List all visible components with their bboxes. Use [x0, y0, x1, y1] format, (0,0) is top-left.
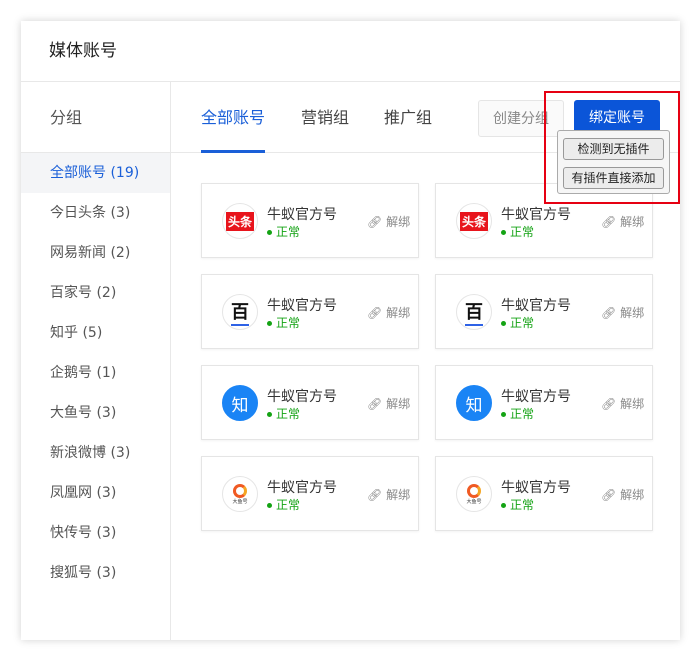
platform-avatar: 大鱼号 — [456, 476, 492, 512]
account-card: 大鱼号 牛蚁官方号 正常 🔗︎ 解绑 — [435, 456, 653, 531]
link-icon: 🔗︎ — [601, 488, 617, 502]
sidebar-item[interactable]: 百家号 (2) — [21, 273, 170, 313]
platform-avatar: 知 — [222, 385, 258, 421]
platform-avatar: 头条 — [222, 203, 258, 239]
link-icon: 🔗︎ — [601, 306, 617, 320]
no-plugin-detected-option[interactable]: 检测到无插件 — [563, 138, 664, 160]
status-badge: 正常 — [501, 405, 534, 422]
zhihu-logo: 知 — [231, 395, 249, 416]
account-name: 牛蚁官方号 — [267, 480, 337, 496]
link-icon: 🔗︎ — [367, 488, 383, 502]
unbind-link[interactable]: 🔗︎ 解绑 — [367, 213, 410, 230]
unbind-link[interactable]: 🔗︎ 解绑 — [601, 395, 644, 412]
baijia-logo: 百 — [231, 298, 249, 326]
sidebar-item[interactable]: 新浪微博 (3) — [21, 433, 170, 473]
link-icon: 🔗︎ — [367, 215, 383, 229]
unbind-link[interactable]: 🔗︎ 解绑 — [601, 213, 644, 230]
account-name: 牛蚁官方号 — [501, 389, 571, 405]
sidebar-item[interactable]: 快传号 (3) — [21, 513, 170, 553]
tab-promotion-group[interactable]: 推广组 — [384, 82, 432, 153]
toutiao-logo: 头条 — [459, 211, 488, 231]
dayu-logo: 大鱼号 — [466, 483, 482, 505]
unbind-label: 解绑 — [620, 306, 645, 320]
account-card: 知 牛蚁官方号 正常 🔗︎ 解绑 — [435, 365, 653, 440]
add-with-plugin-option[interactable]: 有插件直接添加 — [563, 167, 664, 189]
tab-marketing-group[interactable]: 营销组 — [301, 82, 349, 153]
status-badge: 正常 — [501, 314, 534, 331]
sidebar-item[interactable]: 今日头条 (3) — [21, 193, 170, 233]
account-card: 百 牛蚁官方号 正常 🔗︎ 解绑 — [201, 274, 419, 349]
account-name: 牛蚁官方号 — [501, 298, 571, 314]
account-name: 牛蚁官方号 — [501, 480, 571, 496]
unbind-label: 解绑 — [386, 397, 411, 411]
unbind-label: 解绑 — [620, 397, 645, 411]
platform-avatar: 百 — [456, 294, 492, 330]
unbind-label: 解绑 — [386, 306, 411, 320]
account-card: 大鱼号 牛蚁官方号 正常 🔗︎ 解绑 — [201, 456, 419, 531]
link-icon: 🔗︎ — [367, 397, 383, 411]
page-title: 媒体账号 — [21, 21, 680, 82]
group-heading: 分组 — [21, 82, 170, 153]
toutiao-logo: 头条 — [225, 211, 254, 231]
platform-avatar: 百 — [222, 294, 258, 330]
account-name: 牛蚁官方号 — [267, 389, 337, 405]
status-badge: 正常 — [267, 314, 300, 331]
unbind-label: 解绑 — [620, 215, 645, 229]
status-badge: 正常 — [267, 405, 300, 422]
unbind-link[interactable]: 🔗︎ 解绑 — [367, 395, 410, 412]
sidebar-item[interactable]: 搜狐号 (3) — [21, 553, 170, 593]
baijia-logo: 百 — [465, 298, 483, 326]
platform-avatar: 大鱼号 — [222, 476, 258, 512]
account-card: 知 牛蚁官方号 正常 🔗︎ 解绑 — [201, 365, 419, 440]
zhihu-logo: 知 — [465, 395, 483, 416]
status-badge: 正常 — [501, 496, 534, 513]
platform-avatar: 头条 — [456, 203, 492, 239]
account-name: 牛蚁官方号 — [267, 298, 337, 314]
link-icon: 🔗︎ — [601, 397, 617, 411]
sidebar-item[interactable]: 凤凰网 (3) — [21, 473, 170, 513]
account-card: 百 牛蚁官方号 正常 🔗︎ 解绑 — [435, 274, 653, 349]
sidebar-item[interactable]: 网易新闻 (2) — [21, 233, 170, 273]
platform-avatar: 知 — [456, 385, 492, 421]
group-sidebar: 分组 全部账号 (19) 今日头条 (3) 网易新闻 (2) 百家号 (2) 知乎 (5… — [21, 82, 171, 640]
status-badge: 正常 — [267, 496, 300, 513]
link-icon: 🔗︎ — [367, 306, 383, 320]
sidebar-item[interactable]: 企鹅号 (1) — [21, 353, 170, 393]
sidebar-item[interactable]: 知乎 (5) — [21, 313, 170, 353]
unbind-label: 解绑 — [386, 215, 411, 229]
unbind-label: 解绑 — [620, 488, 645, 502]
bind-account-dropdown: 检测到无插件 有插件直接添加 — [557, 130, 670, 194]
link-icon: 🔗︎ — [601, 215, 617, 229]
account-name: 牛蚁官方号 — [501, 207, 571, 223]
unbind-link[interactable]: 🔗︎ 解绑 — [601, 304, 644, 321]
unbind-link[interactable]: 🔗︎ 解绑 — [367, 486, 410, 503]
status-badge: 正常 — [267, 223, 300, 240]
dayu-logo: 大鱼号 — [232, 483, 248, 505]
sidebar-item[interactable]: 大鱼号 (3) — [21, 393, 170, 433]
tab-all-accounts[interactable]: 全部账号 — [201, 82, 266, 153]
account-card: 头条 牛蚁官方号 正常 🔗︎ 解绑 — [201, 183, 419, 258]
unbind-label: 解绑 — [386, 488, 411, 502]
status-badge: 正常 — [501, 223, 534, 240]
account-name: 牛蚁官方号 — [267, 207, 337, 223]
unbind-link[interactable]: 🔗︎ 解绑 — [601, 486, 644, 503]
sidebar-item[interactable]: 全部账号 (19) — [21, 153, 170, 193]
unbind-link[interactable]: 🔗︎ 解绑 — [367, 304, 410, 321]
